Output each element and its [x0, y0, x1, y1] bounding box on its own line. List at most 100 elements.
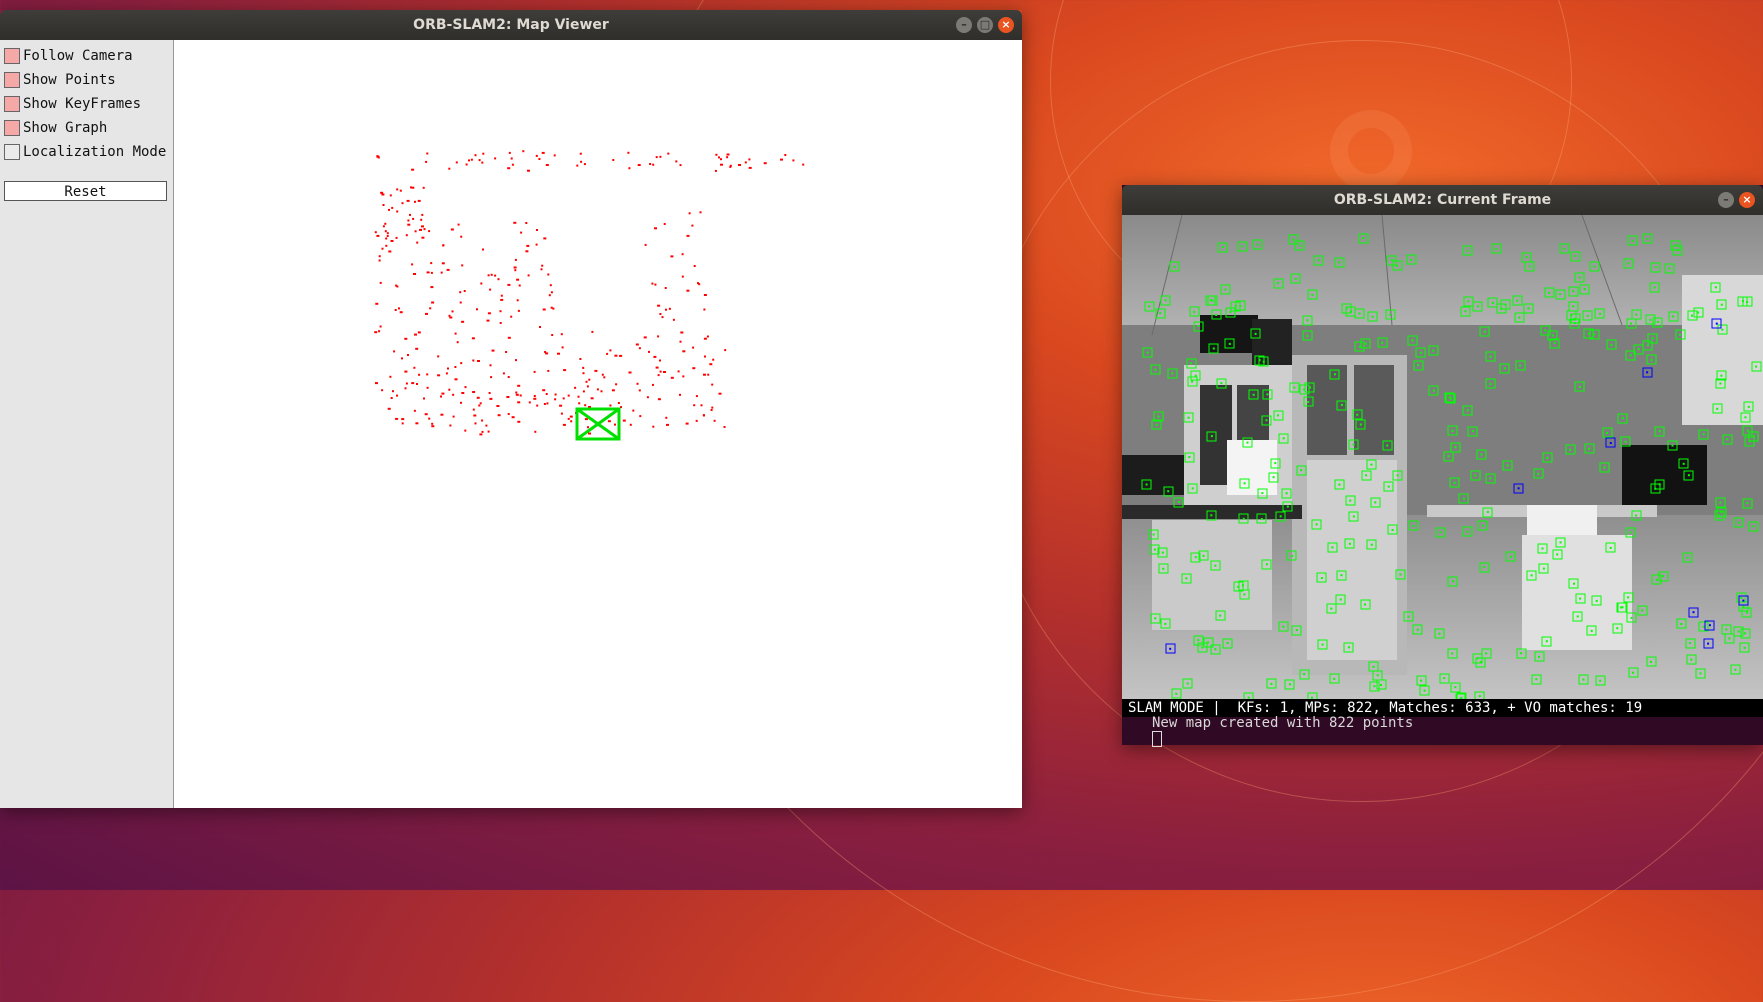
checkbox-icon[interactable] — [4, 120, 20, 136]
map-point — [420, 218, 423, 221]
map-point — [421, 225, 424, 228]
checkbox-icon[interactable] — [4, 72, 20, 88]
map-point — [628, 371, 632, 374]
checkbox-icon[interactable] — [4, 144, 20, 160]
map-point — [557, 352, 560, 355]
map-point — [506, 396, 510, 398]
current-frame-titlebar[interactable]: ORB-SLAM2: Current Frame – × — [1122, 185, 1763, 215]
map-point — [652, 383, 654, 386]
map-point — [395, 417, 399, 420]
map-point — [704, 355, 706, 358]
map-point — [454, 378, 458, 381]
map-point — [559, 404, 563, 407]
keyframe-icon — [575, 407, 621, 441]
map-point — [426, 271, 430, 274]
map-point — [594, 369, 598, 372]
map-point — [548, 294, 551, 297]
map-point — [396, 210, 399, 213]
map-point — [692, 346, 695, 349]
map-point — [502, 372, 505, 375]
map-point — [482, 152, 485, 155]
map-point — [451, 310, 454, 313]
map-point — [447, 367, 449, 370]
map-viewer-titlebar[interactable]: ORB-SLAM2: Map Viewer – □ × — [0, 10, 1022, 40]
map-point — [510, 157, 513, 160]
map-point — [473, 414, 477, 417]
map-point — [652, 163, 655, 166]
map-point — [459, 301, 462, 304]
map-point — [664, 287, 667, 289]
map-point — [514, 269, 517, 272]
map-point — [686, 234, 690, 237]
map-point — [535, 154, 538, 157]
show-keyframes-checkbox[interactable]: Show KeyFrames — [4, 94, 141, 114]
map-point — [430, 286, 434, 289]
map-point — [517, 401, 521, 404]
map-point — [615, 383, 618, 386]
map-point — [513, 221, 517, 224]
map-point — [518, 284, 521, 287]
map-point — [388, 250, 392, 253]
map-point — [715, 153, 718, 156]
map-point — [661, 316, 664, 319]
map-point — [587, 426, 589, 429]
map-point — [638, 347, 641, 350]
map-point — [516, 299, 519, 302]
map-point — [374, 331, 378, 334]
map-point — [449, 424, 452, 427]
map-point — [680, 331, 684, 334]
minimize-icon[interactable]: – — [956, 17, 972, 33]
reset-button[interactable]: Reset — [4, 181, 167, 201]
map-point — [547, 369, 550, 372]
map-point — [460, 235, 463, 238]
checkbox-icon[interactable] — [4, 96, 20, 112]
map-point — [748, 158, 751, 161]
map-point — [541, 151, 545, 154]
map-3d-view[interactable] — [174, 40, 1022, 808]
map-point — [588, 378, 591, 381]
map-point — [407, 223, 411, 226]
map-point — [726, 156, 729, 159]
map-point — [488, 392, 491, 394]
map-point — [682, 375, 685, 378]
map-point — [666, 423, 669, 426]
show-points-checkbox[interactable]: Show Points — [4, 70, 116, 90]
map-point — [657, 304, 661, 307]
maximize-icon[interactable]: □ — [977, 17, 993, 33]
map-point — [464, 386, 467, 389]
map-point — [378, 259, 381, 262]
map-point — [609, 404, 612, 407]
map-point — [496, 405, 500, 407]
control-panel: Follow Camera Show Points Show KeyFrames… — [0, 40, 174, 808]
show-graph-checkbox[interactable]: Show Graph — [4, 118, 107, 138]
map-point — [679, 393, 681, 396]
map-point — [617, 402, 620, 404]
minimize-icon[interactable]: – — [1718, 192, 1734, 208]
map-point — [448, 167, 451, 170]
map-point — [668, 307, 671, 310]
map-point — [478, 404, 481, 407]
map-point — [707, 373, 710, 376]
map-point — [396, 285, 399, 288]
map-point — [394, 309, 397, 311]
close-icon[interactable]: × — [1739, 192, 1755, 208]
map-point — [586, 385, 589, 388]
map-point — [442, 244, 445, 247]
terminal[interactable]: New map created with 822 points — [1122, 715, 1763, 747]
follow-camera-checkbox[interactable]: Follow Camera — [4, 46, 133, 66]
map-point — [471, 337, 475, 340]
map-point — [635, 343, 639, 346]
map-point — [516, 278, 520, 281]
map-point — [500, 294, 503, 297]
map-point — [526, 244, 530, 247]
localization-mode-checkbox[interactable]: Localization Mode — [4, 142, 166, 162]
map-point — [682, 350, 686, 353]
map-point — [639, 415, 642, 418]
close-icon[interactable]: × — [998, 17, 1014, 33]
map-point — [500, 298, 504, 301]
map-point — [490, 273, 493, 276]
map-point — [381, 193, 385, 196]
map-point — [437, 374, 441, 377]
map-point — [470, 158, 473, 161]
checkbox-icon[interactable] — [4, 48, 20, 64]
